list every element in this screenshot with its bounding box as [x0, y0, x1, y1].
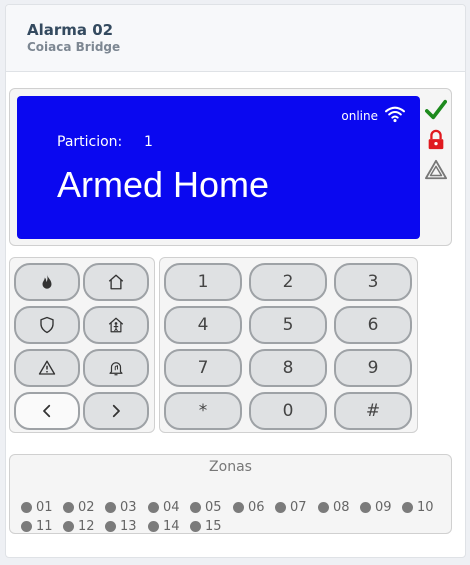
key-5[interactable]: 5	[249, 306, 327, 344]
zone-label: 07	[290, 500, 307, 515]
zone-item[interactable]: 10	[402, 500, 434, 515]
partition-label: Particion:	[57, 134, 123, 150]
key-3[interactable]: 3	[334, 263, 412, 301]
lcd-display: online Particion: 1 Armed Home	[17, 96, 420, 239]
zone-label: 11	[36, 519, 53, 534]
key-star[interactable]: *	[164, 392, 242, 430]
fire-button[interactable]	[14, 263, 80, 301]
zone-status-dot	[148, 521, 159, 532]
chevron-left-icon	[43, 404, 51, 418]
zone-status-dot	[21, 521, 32, 532]
zones-title: Zonas	[209, 459, 252, 475]
zone-item[interactable]: 14	[148, 519, 180, 534]
zone-label: 15	[205, 519, 222, 534]
zone-status-dot	[402, 502, 413, 513]
zone-status-dot	[275, 502, 286, 513]
home-icon	[108, 274, 124, 290]
key-2[interactable]: 2	[249, 263, 327, 301]
key-hash[interactable]: #	[334, 392, 412, 430]
police-button[interactable]	[14, 306, 80, 344]
next-button[interactable]	[83, 392, 149, 430]
card-header: Alarma 02 Coiaca Bridge	[6, 5, 465, 72]
zone-label: 09	[375, 500, 392, 515]
zone-status-dot	[63, 521, 74, 532]
zone-label: 14	[163, 519, 180, 534]
zone-label: 05	[205, 500, 222, 515]
device-title: Alarma 02	[27, 21, 114, 39]
warning-triangle-icon	[425, 159, 447, 180]
zone-item[interactable]: 09	[360, 500, 392, 515]
zone-item[interactable]: 15	[190, 519, 222, 534]
wifi-icon	[385, 106, 405, 123]
zone-status-dot	[190, 502, 201, 513]
zone-status-dot	[21, 502, 32, 513]
zone-status-dot	[105, 502, 116, 513]
lock-icon	[428, 129, 444, 150]
check-icon	[425, 99, 447, 120]
police-badge-icon	[40, 316, 54, 334]
zone-label: 04	[163, 500, 180, 515]
zone-item[interactable]: 08	[318, 500, 350, 515]
zone-item[interactable]: 07	[275, 500, 307, 515]
fire-icon	[42, 274, 52, 289]
zone-status-dot	[148, 502, 159, 513]
connection-status: online	[341, 109, 378, 123]
zone-item[interactable]: 02	[63, 500, 95, 515]
key-0[interactable]: 0	[249, 392, 327, 430]
zone-status-dot	[190, 521, 201, 532]
home-button[interactable]	[83, 263, 149, 301]
zone-label: 02	[78, 500, 95, 515]
key-7[interactable]: 7	[164, 349, 242, 387]
zone-label: 06	[248, 500, 265, 515]
key-8[interactable]: 8	[249, 349, 327, 387]
partition-value: 1	[144, 134, 153, 150]
key-4[interactable]: 4	[164, 306, 242, 344]
bell-icon	[109, 362, 123, 376]
key-9[interactable]: 9	[334, 349, 412, 387]
zone-label: 03	[120, 500, 137, 515]
zone-label: 01	[36, 500, 53, 515]
function-keypad	[9, 257, 155, 433]
key-6[interactable]: 6	[334, 306, 412, 344]
zone-item[interactable]: 06	[233, 500, 265, 515]
zone-item[interactable]: 12	[63, 519, 95, 534]
zone-item[interactable]: 03	[105, 500, 137, 515]
zone-status-dot	[63, 502, 74, 513]
numeric-keypad: 1 2 3 4 5 6 7 8 9 * 0 #	[159, 257, 418, 433]
chevron-right-icon	[112, 404, 120, 418]
warning-button[interactable]	[14, 349, 80, 387]
device-subtitle: Coiaca Bridge	[27, 40, 121, 54]
zone-status-dot	[105, 521, 116, 532]
zone-item[interactable]: 04	[148, 500, 180, 515]
zone-item[interactable]: 11	[21, 519, 53, 534]
alarm-state: Armed Home	[57, 164, 270, 205]
key-1[interactable]: 1	[164, 263, 242, 301]
display-panel: online Particion: 1 Armed Home	[9, 88, 452, 246]
zone-status-dot	[360, 502, 371, 513]
zone-status-dot	[318, 502, 329, 513]
previous-button[interactable]	[14, 392, 80, 430]
zone-label: 13	[120, 519, 137, 534]
zone-item[interactable]: 13	[105, 519, 137, 534]
medical-button[interactable]	[83, 306, 149, 344]
zones-panel: Zonas 01 02 03 04 05 06 07 08 09 10 11 1…	[9, 454, 452, 534]
zone-label: 12	[78, 519, 95, 534]
bell-button[interactable]	[83, 349, 149, 387]
zone-label: 10	[417, 500, 434, 515]
zone-label: 08	[333, 500, 350, 515]
zone-item[interactable]: 01	[21, 500, 53, 515]
medical-person-icon	[108, 317, 124, 333]
zone-item[interactable]: 05	[190, 500, 222, 515]
zone-status-dot	[233, 502, 244, 513]
warning-icon	[38, 360, 56, 375]
